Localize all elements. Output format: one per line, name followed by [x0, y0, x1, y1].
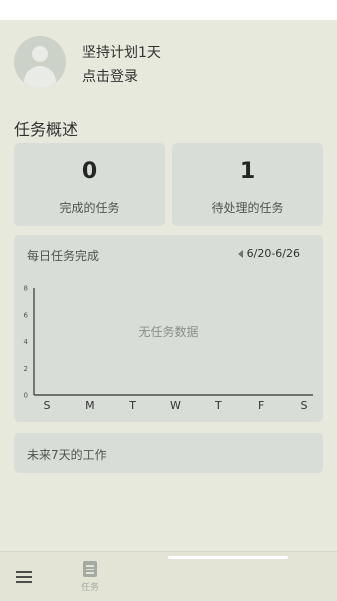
next-7-days-label: 未来7天的工作	[27, 448, 107, 462]
y-tick-label: 2	[24, 365, 28, 373]
y-tick-label: 6	[24, 311, 29, 319]
task-list-icon	[83, 561, 97, 577]
completed-tasks-count: 0	[81, 159, 98, 184]
pending-tasks-label: 待处理的任务	[211, 201, 284, 215]
x-tick-label: M	[85, 399, 95, 412]
profile-name: 坚持计划1天	[82, 45, 161, 61]
x-tick-label: T	[214, 399, 222, 412]
avatar-head	[32, 46, 48, 62]
y-tick-label: 0	[24, 392, 28, 400]
avatar-body	[24, 66, 56, 88]
login-link[interactable]: 点击登录	[82, 66, 138, 86]
x-tick-label: S	[44, 399, 51, 412]
overview-title: 任务概述	[14, 120, 79, 139]
next-7-days-card[interactable]: 未来7天的工作	[14, 433, 323, 473]
completed-tasks-label: 完成的任务	[59, 201, 120, 215]
x-tick-label: W	[170, 399, 181, 412]
profile-header[interactable]: 坚持计划1天 点击登录	[14, 36, 314, 92]
tab-tasks-label: 任务	[80, 583, 99, 593]
home-indicator	[168, 556, 288, 559]
empty-chart-text: 无任务数据	[138, 325, 199, 339]
x-tick-label: F	[258, 399, 264, 412]
pending-tasks-count: 1	[239, 159, 256, 184]
tab-tasks[interactable]: 任务	[71, 558, 109, 596]
y-tick-label: 8	[24, 285, 28, 293]
x-tick-label: T	[128, 399, 136, 412]
avatar[interactable]	[14, 36, 66, 88]
completed-tasks-card[interactable]: 0 完成的任务	[14, 143, 165, 226]
x-tick-label: S	[301, 399, 308, 412]
pending-tasks-card[interactable]: 1 待处理的任务	[172, 143, 323, 226]
menu-icon[interactable]	[16, 571, 32, 583]
daily-completion-chart-card: 每日任务完成 6/20-6/26 02468SMTWTFS 无任务数据	[14, 235, 323, 422]
status-bar	[0, 0, 337, 20]
